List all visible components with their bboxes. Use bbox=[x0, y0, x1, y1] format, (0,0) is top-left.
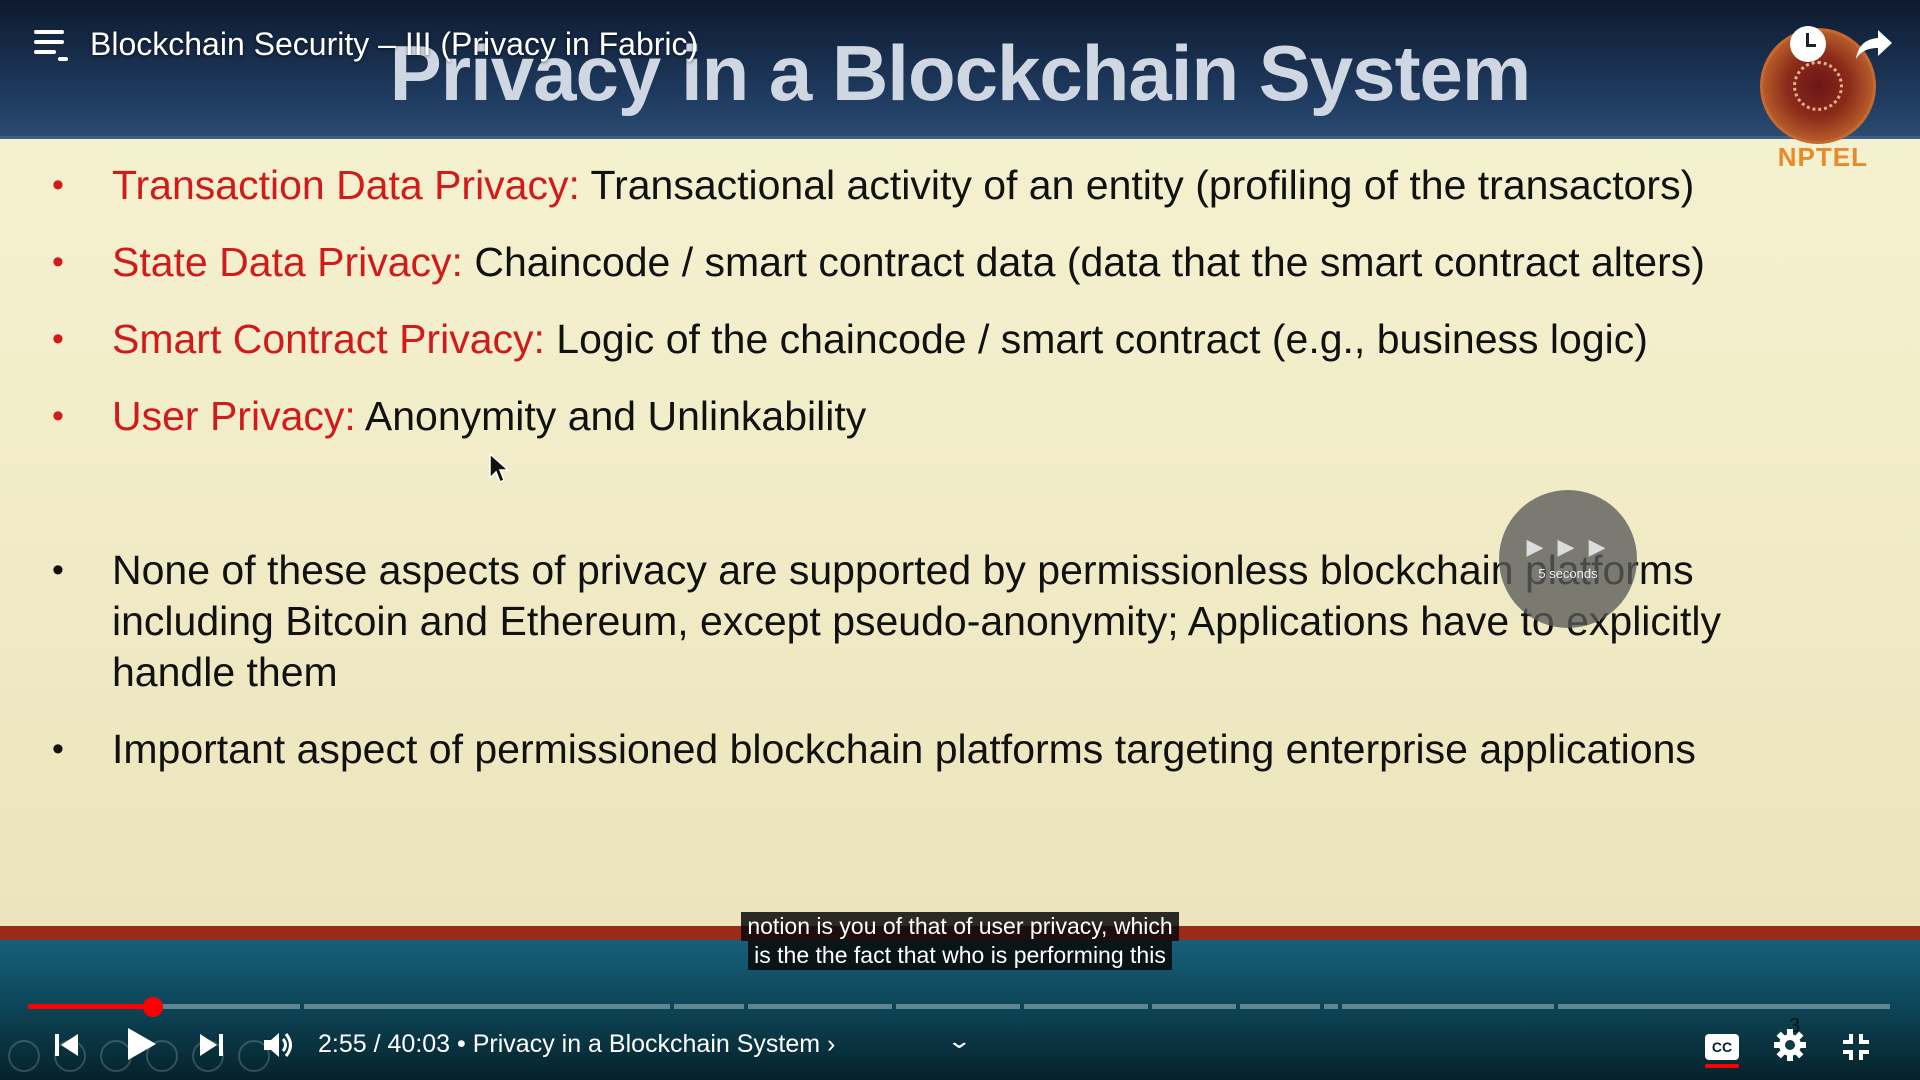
bullet-term: Smart Contract Privacy: bbox=[112, 316, 545, 362]
bullet-term: Transaction Data Privacy: bbox=[112, 162, 580, 208]
bullet-text: Chaincode / smart contract data (data th… bbox=[462, 239, 1705, 285]
bullet-user-privacy: • User Privacy: Anonymity and Unlinkabili… bbox=[48, 391, 1848, 442]
volume-icon[interactable] bbox=[262, 1030, 296, 1060]
bullet-dot: • bbox=[52, 551, 64, 589]
skip-previous-icon[interactable] bbox=[52, 1030, 82, 1060]
play-icon[interactable] bbox=[124, 1026, 158, 1062]
bullet-smart-contract-privacy: • Smart Contract Privacy: Logic of the ch… bbox=[48, 314, 1848, 365]
chapter-separator: • bbox=[450, 1030, 473, 1058]
chapter-segment[interactable] bbox=[674, 1004, 744, 1009]
bullet-text: Logic of the chaincode / smart contract … bbox=[544, 316, 1648, 362]
bullet-dot: • bbox=[52, 243, 64, 281]
exit-fullscreen-icon[interactable] bbox=[1841, 1032, 1871, 1062]
bullet-text: Important aspect of permissioned blockch… bbox=[112, 726, 1696, 772]
bullet-transaction-data-privacy: • Transaction Data Privacy: Transactional… bbox=[48, 160, 1848, 211]
progress-played bbox=[28, 1004, 153, 1009]
slide: Privacy in a Blockchain System NPTEL • Tr… bbox=[0, 0, 1920, 930]
bullet-text: Transactional activity of an entity (pro… bbox=[579, 162, 1695, 208]
ghost-icon bbox=[8, 1040, 40, 1072]
chapter-segment[interactable] bbox=[1240, 1004, 1320, 1009]
slide-header: Privacy in a Blockchain System bbox=[0, 0, 1920, 139]
bullet-dot: • bbox=[52, 397, 64, 435]
chapter-segment[interactable] bbox=[1152, 1004, 1236, 1009]
chevron-down-icon[interactable]: ⌄ bbox=[946, 1028, 972, 1054]
chapter-segment[interactable] bbox=[748, 1004, 892, 1009]
skip-next-icon[interactable] bbox=[196, 1030, 226, 1060]
gear-icon[interactable] bbox=[1773, 1028, 1807, 1062]
bullet-text: None of these aspects of privacy are sup… bbox=[112, 547, 1722, 695]
bullet-term: User Privacy: bbox=[112, 393, 356, 439]
chapter-arrow-icon[interactable]: › bbox=[820, 1030, 835, 1058]
caption-line: notion is you of that of user privacy, w… bbox=[741, 912, 1179, 941]
time-separator: / bbox=[366, 1030, 388, 1058]
fast-forward-icon: ▶ ▶ ▶ bbox=[1526, 534, 1610, 559]
bullet-state-data-privacy: • State Data Privacy: Chaincode / smart c… bbox=[48, 237, 1848, 288]
chapter-segment[interactable] bbox=[1342, 1004, 1554, 1009]
duration: 40:03 bbox=[387, 1030, 451, 1058]
skip-label: 5 seconds bbox=[1538, 566, 1598, 581]
bullet-note-permissioned: • Important aspect of permissioned blockc… bbox=[48, 724, 1848, 775]
captions: notion is you of that of user privacy, w… bbox=[0, 912, 1920, 970]
cc-active-indicator bbox=[1705, 1064, 1739, 1068]
playlist-icon[interactable] bbox=[34, 30, 70, 62]
progress-bar[interactable] bbox=[28, 997, 1890, 1017]
caption-line: is the the fact that who is performing t… bbox=[748, 941, 1172, 970]
clock-icon[interactable] bbox=[1790, 26, 1826, 62]
mouse-cursor-icon bbox=[489, 452, 510, 484]
share-icon[interactable] bbox=[1854, 26, 1894, 62]
video-title[interactable]: Blockchain Security – III (Privacy in Fa… bbox=[90, 26, 698, 63]
bullet-dot: • bbox=[52, 320, 64, 358]
cc-icon[interactable]: CC bbox=[1705, 1034, 1739, 1060]
current-time: 2:55 bbox=[318, 1030, 367, 1058]
time-display: 2:55 / 40:03 • Privacy in a Blockchain S… bbox=[318, 1030, 835, 1059]
bullet-dot: • bbox=[52, 730, 64, 768]
chapter-title[interactable]: Privacy in a Blockchain System bbox=[473, 1030, 820, 1058]
bullet-term: State Data Privacy: bbox=[112, 239, 463, 285]
chapter-segment[interactable] bbox=[1324, 1004, 1338, 1009]
chapter-segment[interactable] bbox=[304, 1004, 670, 1009]
chapter-segment[interactable] bbox=[1558, 1004, 1890, 1009]
chapter-segment[interactable] bbox=[896, 1004, 1020, 1009]
chapter-segment[interactable] bbox=[1024, 1004, 1148, 1009]
bullet-dot: • bbox=[52, 166, 64, 204]
progress-scrubber[interactable] bbox=[143, 997, 163, 1017]
bullet-list: • Transaction Data Privacy: Transactional… bbox=[48, 160, 1848, 775]
skip-forward-overlay: ▶ ▶ ▶ 5 seconds bbox=[1499, 490, 1637, 628]
bullet-text: Anonymity and Unlinkability bbox=[355, 393, 867, 439]
